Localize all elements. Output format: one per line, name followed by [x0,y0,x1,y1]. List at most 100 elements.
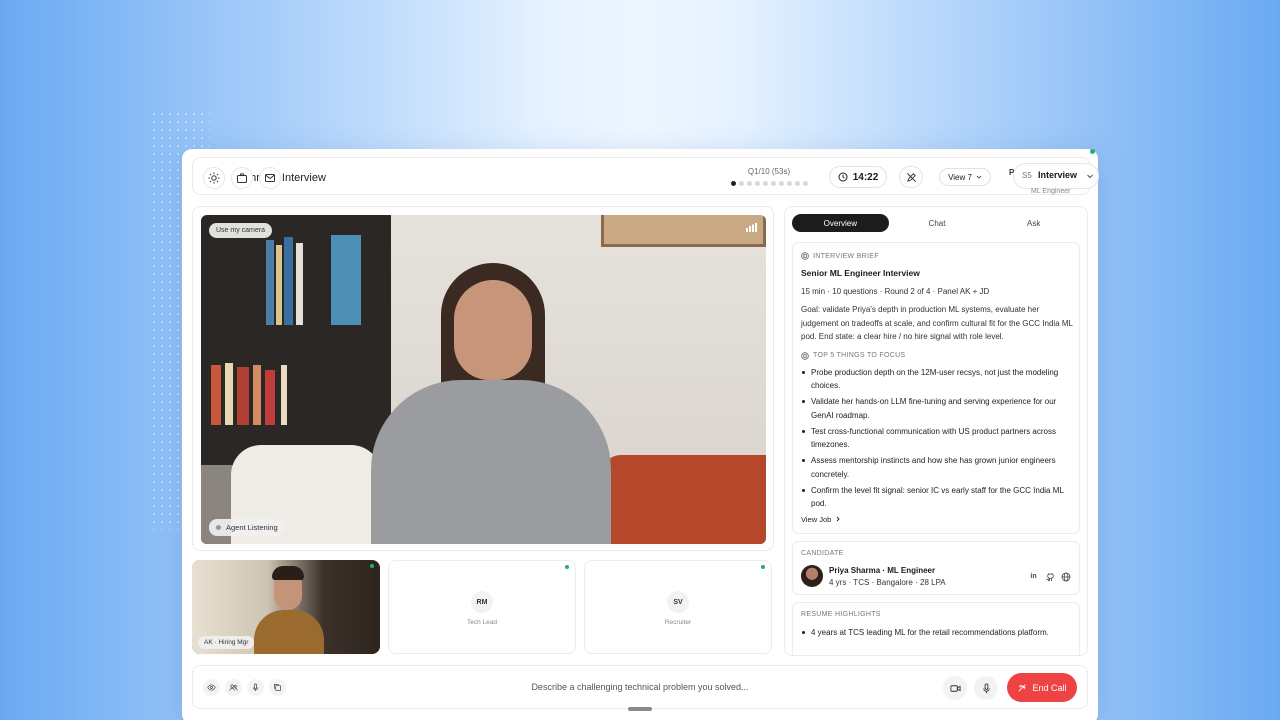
sun-icon [208,172,220,184]
participant-role: Recruiter [664,619,692,626]
mail-button[interactable] [259,167,281,189]
resume-highlights-card: RESUME HIGHLIGHTS 4 years at TCS leading… [792,602,1080,655]
video-book [266,240,274,325]
video-book [284,237,293,325]
github-icon[interactable] [1044,571,1055,582]
tab-ask[interactable]: Ask [985,214,1082,232]
theme-toggle-button[interactable] [203,167,225,189]
briefcase-button[interactable] [231,167,253,189]
drag-handle[interactable] [628,707,652,711]
linkedin-icon[interactable]: in [1028,571,1039,582]
question-dots [729,181,809,186]
brief-meta: 15 min · 10 questions · Round 2 of 4 · P… [801,287,990,296]
use-camera-button[interactable]: Use my camera [209,223,273,238]
microphone-toggle-button[interactable] [974,676,998,700]
participant-hair [272,566,304,580]
candidate-video: Use my camera Agent Listening [201,215,766,544]
agent-status-dot [216,525,221,530]
signal-icon [746,223,757,232]
participant-tile-ak[interactable]: AK · Hiring Mgr [192,560,380,654]
brief-title: Senior ML Engineer Interview [801,268,920,278]
candidate-body [371,380,611,544]
video-book [225,363,233,425]
bottom-bar: Describe a challenging technical problem… [192,665,1088,709]
question-dot [762,181,768,186]
list-item: Assess mentorship instincts and how she … [801,454,1073,481]
question-dot [746,181,752,186]
focus-list: Probe production depth on the 12M-user r… [801,366,1073,511]
interview-brief-card: INTERVIEW BRIEF Senior ML Engineer Inter… [792,242,1080,534]
agent-status-text: Agent Listening [226,523,278,532]
globe-icon[interactable] [1060,571,1071,582]
question-dot [730,181,736,186]
video-camera-icon [949,684,961,692]
question-dot [770,181,776,186]
chevron-down-icon [976,175,982,179]
video-pillow [601,455,766,544]
brief-heading: INTERVIEW BRIEF [801,252,1073,260]
pen-off-icon [906,172,916,182]
question-dot [794,181,800,186]
participant-body [254,610,324,654]
participant-role: Tech Lead [467,619,497,626]
session-dropdown[interactable]: S5 Interview [1013,163,1099,189]
question-dot [754,181,760,186]
focus-heading-text: TOP 5 THINGS TO FOCUS [813,352,906,359]
question-dot [786,181,792,186]
list-item: Validate her hands-on LLM fine-tuning an… [801,395,1073,422]
target-icon [801,351,809,360]
phone-off-icon [1018,683,1027,692]
session-subtitle: ML Engineer [1031,188,1071,195]
online-dot [370,564,374,568]
question-progress: Q1/10 (53s) [729,167,809,186]
question-progress-text: Q1/10 (53s) [747,167,791,176]
camera-toggle-button[interactable] [943,676,967,700]
online-dot [761,565,765,569]
view-label: View 7 [948,172,972,182]
avatar [801,565,823,587]
brief-goal: Goal: validate Priya's depth in producti… [801,305,1073,341]
candidate-links: in [1028,571,1071,582]
focus-heading: TOP 5 THINGS TO FOCUS [801,351,1073,360]
candidate-card: CANDIDATE Priya Sharma · ML Engineer 4 y… [792,541,1080,595]
avatar: RM [471,591,493,613]
candidate-meta: 4 yrs · TCS · Bangalore · 28 LPA [829,578,946,587]
participant-label: AK · Hiring Mgr [198,636,255,649]
side-panel: Overview Chat Ask INTERVIEW BRIEF Senior… [784,206,1088,656]
github-glyph [1045,572,1054,581]
timer-value: 14:22 [852,171,879,183]
list-item: Test cross-functional communication with… [801,425,1073,452]
video-book [281,365,287,425]
participant-tile-rm[interactable]: RM Tech Lead [388,560,576,654]
side-panel-tabs: Overview Chat Ask [792,214,1082,232]
globe-glyph [1061,572,1070,581]
video-book [237,367,249,425]
candidate-name: Priya Sharma · ML Engineer [829,566,936,575]
top-icons [203,167,281,189]
app-window: Technical Interview Q1/10 (53s) 14:22 Vi… [182,149,1099,720]
video-book [265,370,275,425]
question-dot [738,181,744,186]
brief-content: INTERVIEW BRIEF Senior ML Engineer Inter… [801,252,1073,524]
microphone-icon [982,682,990,693]
chevron-down-icon [1087,174,1093,179]
video-book [253,365,261,425]
online-dot [565,565,569,569]
view-job-link[interactable]: View Job [801,515,1073,524]
end-call-button[interactable]: End Call [1007,673,1077,702]
top-bar: Technical Interview Q1/10 (53s) 14:22 Vi… [192,157,1099,195]
question-dot [778,181,784,186]
video-picture-frame [601,215,766,247]
tab-chat[interactable]: Chat [889,214,986,232]
view-job-text: View Job [801,514,832,524]
tab-overview[interactable]: Overview [792,214,889,232]
view-dropdown[interactable]: View 7 [939,168,991,186]
annotate-button[interactable] [899,166,923,188]
end-call-label: End Call [1032,682,1067,693]
list-item: Confirm the level fit signal: senior IC … [801,484,1073,511]
participant-tile-sv[interactable]: SV Recruiter [584,560,772,654]
chevron-right-icon [836,516,840,522]
candidate-heading: CANDIDATE [801,550,844,557]
candidate-face [454,280,532,380]
list-item: 4 years at TCS leading ML for the retail… [801,626,1073,640]
